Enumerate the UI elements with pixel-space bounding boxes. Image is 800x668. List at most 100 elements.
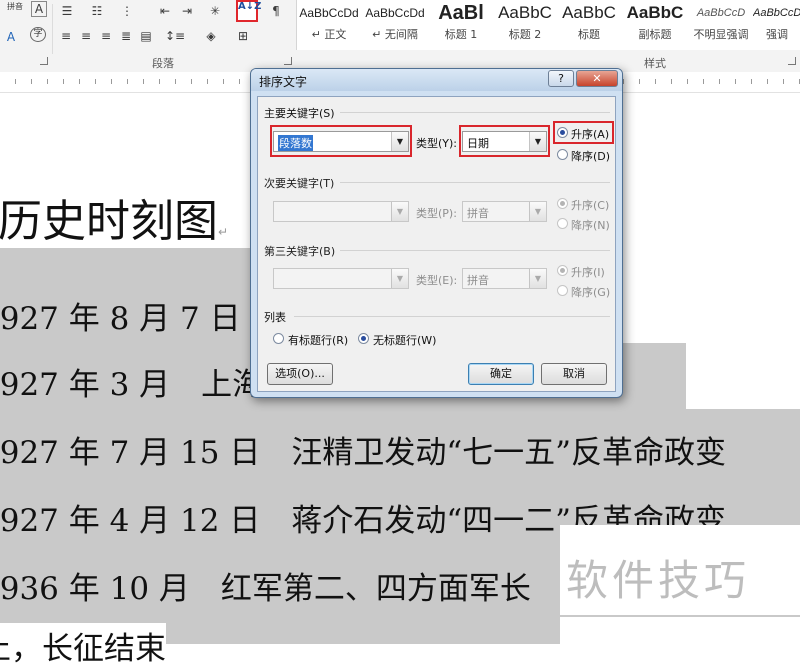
numbering-icon[interactable]: ☷ [88,2,106,20]
style-title[interactable]: AaBbC 标题 [557,0,621,48]
style-name: 标题 1 [444,28,478,41]
tertiary-ascending-radio[interactable] [557,265,568,276]
dropdown-arrow-icon[interactable]: ▼ [529,269,546,288]
close-button[interactable]: ✕ [576,70,618,87]
style-heading-2[interactable]: AaBbC 标题 2 [493,0,557,48]
sort-icon: A↓Z [238,1,262,12]
primary-ascending-radio[interactable] [557,127,568,138]
divider [340,112,610,113]
style-normal[interactable]: AaBbCcDd ↵ 正文 [297,0,361,48]
tertiary-type-combo[interactable]: 拼音 ▼ [462,268,547,289]
align-left-icon[interactable]: ≡ [58,27,74,45]
paragraph-group-launcher[interactable] [284,57,292,65]
secondary-type-combo[interactable]: 拼音 ▼ [462,201,547,222]
has-header-label[interactable]: 有标题行(R) [288,332,348,348]
style-name: ↵ 正文 [311,28,347,41]
style-name: 副标题 [638,28,672,41]
increase-indent-icon[interactable]: ⇥ [178,2,196,20]
watermark-text: 软件技巧 [566,556,751,605]
secondary-ascending-label[interactable]: 升序(C) [571,197,609,213]
bullets-icon[interactable]: ☰ [58,2,76,20]
borders-icon[interactable]: ⊞ [232,27,254,45]
style-subtle-emphasis[interactable]: AaBbCcD 不明显强调 [689,0,753,48]
secondary-ascending-radio[interactable] [557,198,568,209]
ok-button[interactable]: 确定 [468,363,534,385]
dropdown-arrow-icon[interactable]: ▼ [391,202,408,221]
text-line: 1927 年 7 月 15 日 汪精卫发动“七一五”反革命政变 [0,435,727,471]
style-sample: AaBbC [498,3,552,22]
justify-icon[interactable]: ≣ [118,27,134,45]
secondary-descending-radio[interactable] [557,218,568,229]
style-sample: AaBbC [562,3,616,22]
dropdown-arrow-icon[interactable]: ▼ [529,202,546,221]
secondary-key-combo[interactable]: ▼ [273,201,409,222]
style-name: 标题 [578,28,600,41]
style-sample: AaBbC [626,3,684,22]
help-button[interactable]: ? [548,70,574,87]
secondary-key-label: 次要关键字(T) [264,177,335,190]
align-right-icon[interactable]: ≡ [98,27,114,45]
align-center-icon[interactable]: ≡ [78,27,94,45]
tertiary-ascending-label[interactable]: 升序(I) [571,264,605,280]
primary-descending-radio[interactable] [557,149,568,160]
tertiary-key-label: 第三关键字(B) [264,245,336,258]
divider [340,182,610,183]
shading-icon[interactable]: ◈ [200,27,222,45]
decrease-indent-icon[interactable]: ⇤ [156,2,174,20]
primary-key-value: 段落数 [278,135,313,151]
no-header-radio[interactable] [358,333,369,344]
divider [294,316,610,317]
text-line: 1927 年 8 月 7 日 [0,301,241,337]
styles-group-launcher[interactable] [788,57,796,65]
tertiary-type-label: 类型(E): [416,274,458,287]
chinese-layout-icon[interactable]: ✳ [206,2,224,20]
sort-button[interactable]: A↓Z [236,0,262,22]
show-marks-icon[interactable]: ¶ [268,2,284,20]
dropdown-arrow-icon[interactable]: ▼ [391,269,408,288]
watermark: 软件技巧 [560,525,800,615]
secondary-descending-label[interactable]: 降序(N) [571,217,610,233]
ribbon: 拼音 A A 字 ☰ ☷ ⋮ ⇤ ⇥ ✳ A↓Z ¶ ≡ ≡ ≡ ≣ ▤ ↕≡ … [0,0,800,73]
sort-text-dialog: 排序文字 ? ✕ 主要关键字(S) 段落数 ▼ 类型(Y): 日期 ▼ 升序(A… [250,68,623,398]
tertiary-descending-radio[interactable] [557,285,568,296]
primary-key-label: 主要关键字(S) [264,107,335,120]
dropdown-arrow-icon[interactable]: ▼ [391,132,408,151]
primary-ascending-label[interactable]: 升序(A) [571,126,609,142]
no-header-label[interactable]: 无标题行(W) [373,332,436,348]
tertiary-descending-label[interactable]: 降序(G) [571,284,610,300]
divider [340,250,610,251]
enclose-char-icon[interactable]: 字 [30,27,46,42]
style-name: 不明显强调 [693,28,749,41]
phonetic-guide-label: 拼音 [7,2,23,11]
text-line: 止，长征结束 [0,623,166,668]
multilevel-list-icon[interactable]: ⋮ [118,2,136,20]
tertiary-key-combo[interactable]: ▼ [273,268,409,289]
style-sample: AaBbCcDd [299,6,359,20]
dialog-titlebar[interactable]: 排序文字 ? ✕ [251,69,622,91]
cancel-button[interactable]: 取消 [541,363,607,385]
distributed-icon[interactable]: ▤ [138,27,154,45]
style-sample: AaBbCcDd [365,6,425,20]
phonetic-guide-button[interactable]: 拼音 [2,2,28,20]
primary-descending-label[interactable]: 降序(D) [571,148,610,164]
has-header-radio[interactable] [273,333,284,344]
document-title-text: 历史时刻图 [0,196,218,247]
dropdown-arrow-icon[interactable]: ▼ [529,132,546,151]
primary-key-combo[interactable]: 段落数 ▼ [273,131,409,152]
style-emphasis[interactable]: AaBbCcD 强调 [753,0,800,48]
options-button[interactable]: 选项(O)... [267,363,333,385]
line-spacing-icon[interactable]: ↕≡ [164,27,186,45]
primary-type-combo[interactable]: 日期 ▼ [462,131,547,152]
text-effects-icon[interactable]: A [4,28,18,46]
styles-group-label: 样式 [644,57,666,70]
secondary-type-value: 拼音 [467,207,489,220]
style-name: 强调 [766,28,788,41]
text-line: 1936 年 10 月 红军第二、四方面军长 [0,571,531,607]
font-group-launcher[interactable] [40,57,48,65]
style-no-spacing[interactable]: AaBbCcDd ↵ 无间隔 [363,0,427,48]
ribbon-separator [52,4,53,54]
style-subtitle[interactable]: AaBbC 副标题 [623,0,687,48]
secondary-type-label: 类型(P): [416,207,457,220]
char-border-button[interactable]: A [31,1,47,17]
style-heading-1[interactable]: AaBl 标题 1 [429,0,493,48]
